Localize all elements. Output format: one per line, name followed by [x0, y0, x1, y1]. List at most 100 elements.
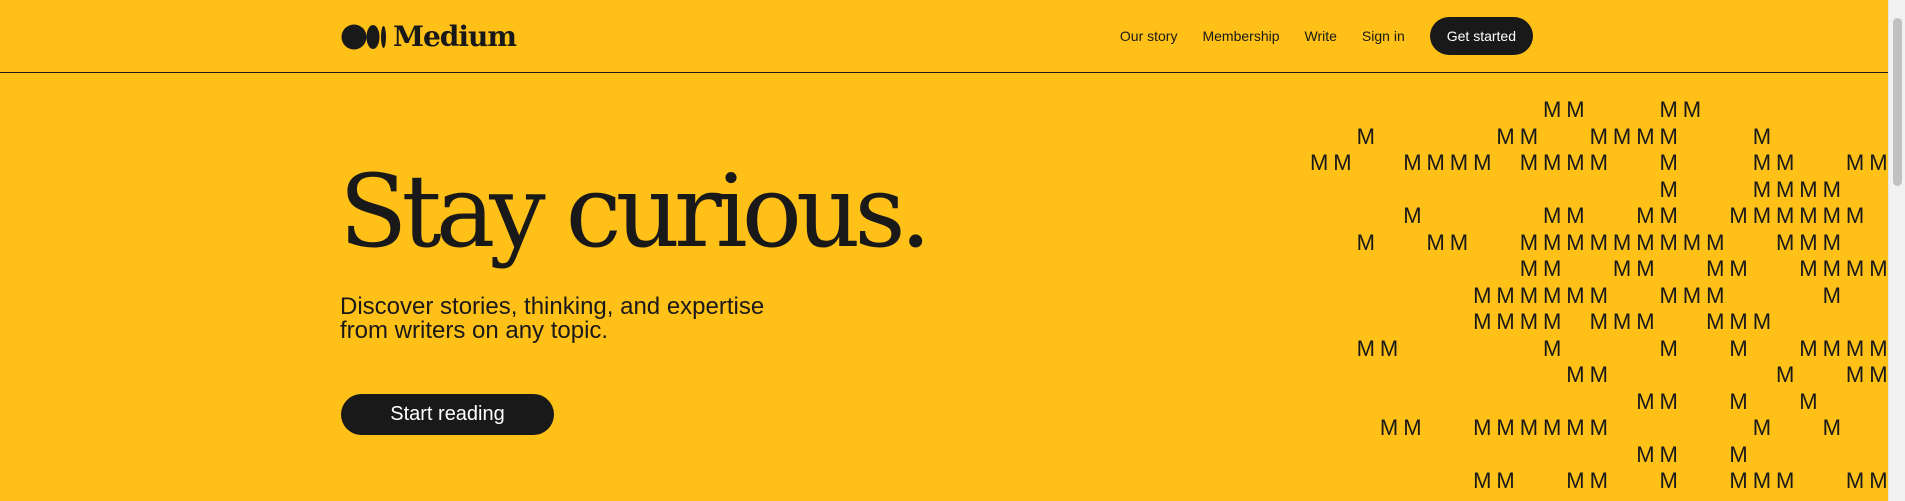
- pattern-m-glyph: M: [1496, 309, 1515, 334]
- pattern-m-glyph: M: [1449, 229, 1469, 255]
- pattern-m-glyph: M: [1543, 309, 1562, 334]
- pattern-m-glyph: M: [1473, 150, 1492, 175]
- pattern-m-glyph: M: [1729, 256, 1748, 281]
- pattern-m-glyph: M: [1636, 309, 1655, 334]
- pattern-m-glyph: M: [1776, 362, 1795, 387]
- page-scrollbar[interactable]: [1888, 0, 1905, 501]
- nav-our-story[interactable]: Our story: [1120, 26, 1178, 46]
- pattern-m-glyph: M: [1869, 468, 1888, 493]
- pattern-m-glyph: M: [1543, 150, 1562, 175]
- pattern-m-glyph: M: [1659, 123, 1678, 149]
- pattern-m-glyph: M: [1659, 468, 1678, 493]
- pattern-m-glyph: M: [1682, 282, 1702, 308]
- medium-logo[interactable]: Medium: [341, 20, 517, 54]
- pattern-m-glyph: M: [1706, 309, 1725, 334]
- pattern-m-glyph: M: [1845, 362, 1865, 387]
- pattern-m-glyph: M: [1659, 282, 1678, 308]
- pattern-m-glyph: M: [1543, 282, 1562, 308]
- pattern-m-glyph: M: [1799, 176, 1818, 202]
- pattern-m-glyph: M: [1752, 309, 1772, 334]
- pattern-m-glyph: M: [1822, 282, 1841, 308]
- pattern-m-glyph: M: [1589, 123, 1608, 149]
- pattern-m-glyph: M: [1636, 388, 1655, 414]
- pattern-m-glyph: M: [1636, 203, 1655, 228]
- pattern-m-glyph: M: [1612, 123, 1632, 149]
- pattern-m-glyph: M: [1566, 229, 1585, 255]
- pattern-m-glyph: M: [1659, 150, 1678, 175]
- pattern-m-glyph: M: [1659, 441, 1678, 467]
- pattern-m-glyph: M: [1473, 309, 1492, 334]
- get-started-button[interactable]: Get started: [1429, 17, 1533, 55]
- pattern-m-glyph: M: [1566, 282, 1585, 308]
- pattern-m-glyph: M: [1822, 256, 1841, 281]
- pattern-m-glyph: M: [1519, 415, 1539, 440]
- pattern-m-glyph: M: [1706, 282, 1725, 308]
- pattern-m-glyph: M: [1566, 362, 1585, 387]
- pattern-m-glyph: M: [1869, 256, 1888, 281]
- pattern-m-glyph: M: [1310, 150, 1329, 175]
- pattern-m-glyph: M: [1822, 335, 1841, 361]
- scrollbar-thumb[interactable]: [1893, 18, 1902, 186]
- pattern-m-glyph: M: [1612, 309, 1632, 334]
- pattern-m-glyph: M: [1496, 123, 1515, 149]
- pattern-m-glyph: M: [1543, 335, 1562, 361]
- pattern-m-glyph: M: [1519, 256, 1539, 281]
- pattern-m-glyph: M: [1636, 123, 1655, 149]
- pattern-m-glyph: M: [1659, 388, 1678, 414]
- pattern-m-glyph: M: [1869, 362, 1888, 387]
- pattern-m-glyph: M: [1566, 203, 1585, 228]
- pattern-m-glyph: M: [1636, 441, 1655, 467]
- pattern-m-glyph: M: [1566, 468, 1585, 493]
- pattern-m-glyph: M: [1333, 150, 1352, 175]
- pattern-m-glyph: M: [1589, 415, 1608, 440]
- pattern-m-glyph: M: [1356, 229, 1375, 255]
- pattern-m-glyph: M: [1752, 203, 1772, 228]
- nav-write[interactable]: Write: [1305, 26, 1337, 46]
- pattern-m-glyph: M: [1403, 203, 1422, 228]
- pattern-m-glyph: M: [1636, 229, 1655, 255]
- pattern-m-glyph: M: [1845, 256, 1865, 281]
- pattern-m-glyph: M: [1682, 97, 1702, 122]
- pattern-m-glyph: M: [1403, 415, 1422, 440]
- pattern-m-glyph: M: [1636, 256, 1655, 281]
- pattern-m-glyph: M: [1706, 256, 1725, 281]
- pattern-m-glyph: M: [1612, 229, 1632, 255]
- top-navigation: Medium Our story Membership Write Sign i…: [0, 0, 1888, 73]
- pattern-m-glyph: M: [1729, 335, 1748, 361]
- decorative-m-pattern: MMMMMMMMMMMMMMMMMMMMMMMMMMMMMMMMMMMMMMMM…: [1300, 97, 1890, 501]
- pattern-m-glyph: M: [1845, 150, 1865, 175]
- pattern-m-glyph: M: [1403, 150, 1422, 175]
- pattern-m-glyph: M: [1519, 282, 1539, 308]
- pattern-m-glyph: M: [1729, 441, 1748, 467]
- pattern-m-glyph: M: [1729, 309, 1748, 334]
- pattern-m-glyph: M: [1589, 150, 1608, 175]
- pattern-m-glyph: M: [1519, 309, 1539, 334]
- start-reading-button[interactable]: Start reading: [341, 394, 554, 435]
- pattern-m-glyph: M: [1379, 415, 1399, 440]
- pattern-m-glyph: M: [1543, 203, 1562, 228]
- medium-logo-icon: [341, 24, 387, 50]
- pattern-m-glyph: M: [1822, 229, 1841, 255]
- nav-sign-in[interactable]: Sign in: [1362, 26, 1405, 46]
- pattern-m-glyph: M: [1519, 123, 1539, 149]
- pattern-m-glyph: M: [1426, 229, 1445, 255]
- nav-membership[interactable]: Membership: [1202, 26, 1279, 46]
- pattern-m-glyph: M: [1473, 415, 1492, 440]
- pattern-m-glyph: M: [1776, 176, 1795, 202]
- pattern-m-glyph: M: [1543, 256, 1562, 281]
- pattern-m-glyph: M: [1566, 415, 1585, 440]
- pattern-m-glyph: M: [1845, 335, 1865, 361]
- pattern-m-glyph: M: [1729, 203, 1748, 228]
- pattern-m-glyph: M: [1752, 468, 1772, 493]
- pattern-m-glyph: M: [1799, 229, 1818, 255]
- pattern-m-glyph: M: [1822, 203, 1841, 228]
- pattern-m-glyph: M: [1752, 176, 1772, 202]
- pattern-m-glyph: M: [1799, 203, 1818, 228]
- pattern-m-glyph: M: [1543, 229, 1562, 255]
- pattern-m-glyph: M: [1752, 150, 1772, 175]
- pattern-m-glyph: M: [1566, 97, 1585, 122]
- pattern-m-glyph: M: [1426, 150, 1445, 175]
- pattern-m-glyph: M: [1519, 150, 1539, 175]
- pattern-m-glyph: M: [1356, 335, 1375, 361]
- pattern-m-glyph: M: [1752, 415, 1772, 440]
